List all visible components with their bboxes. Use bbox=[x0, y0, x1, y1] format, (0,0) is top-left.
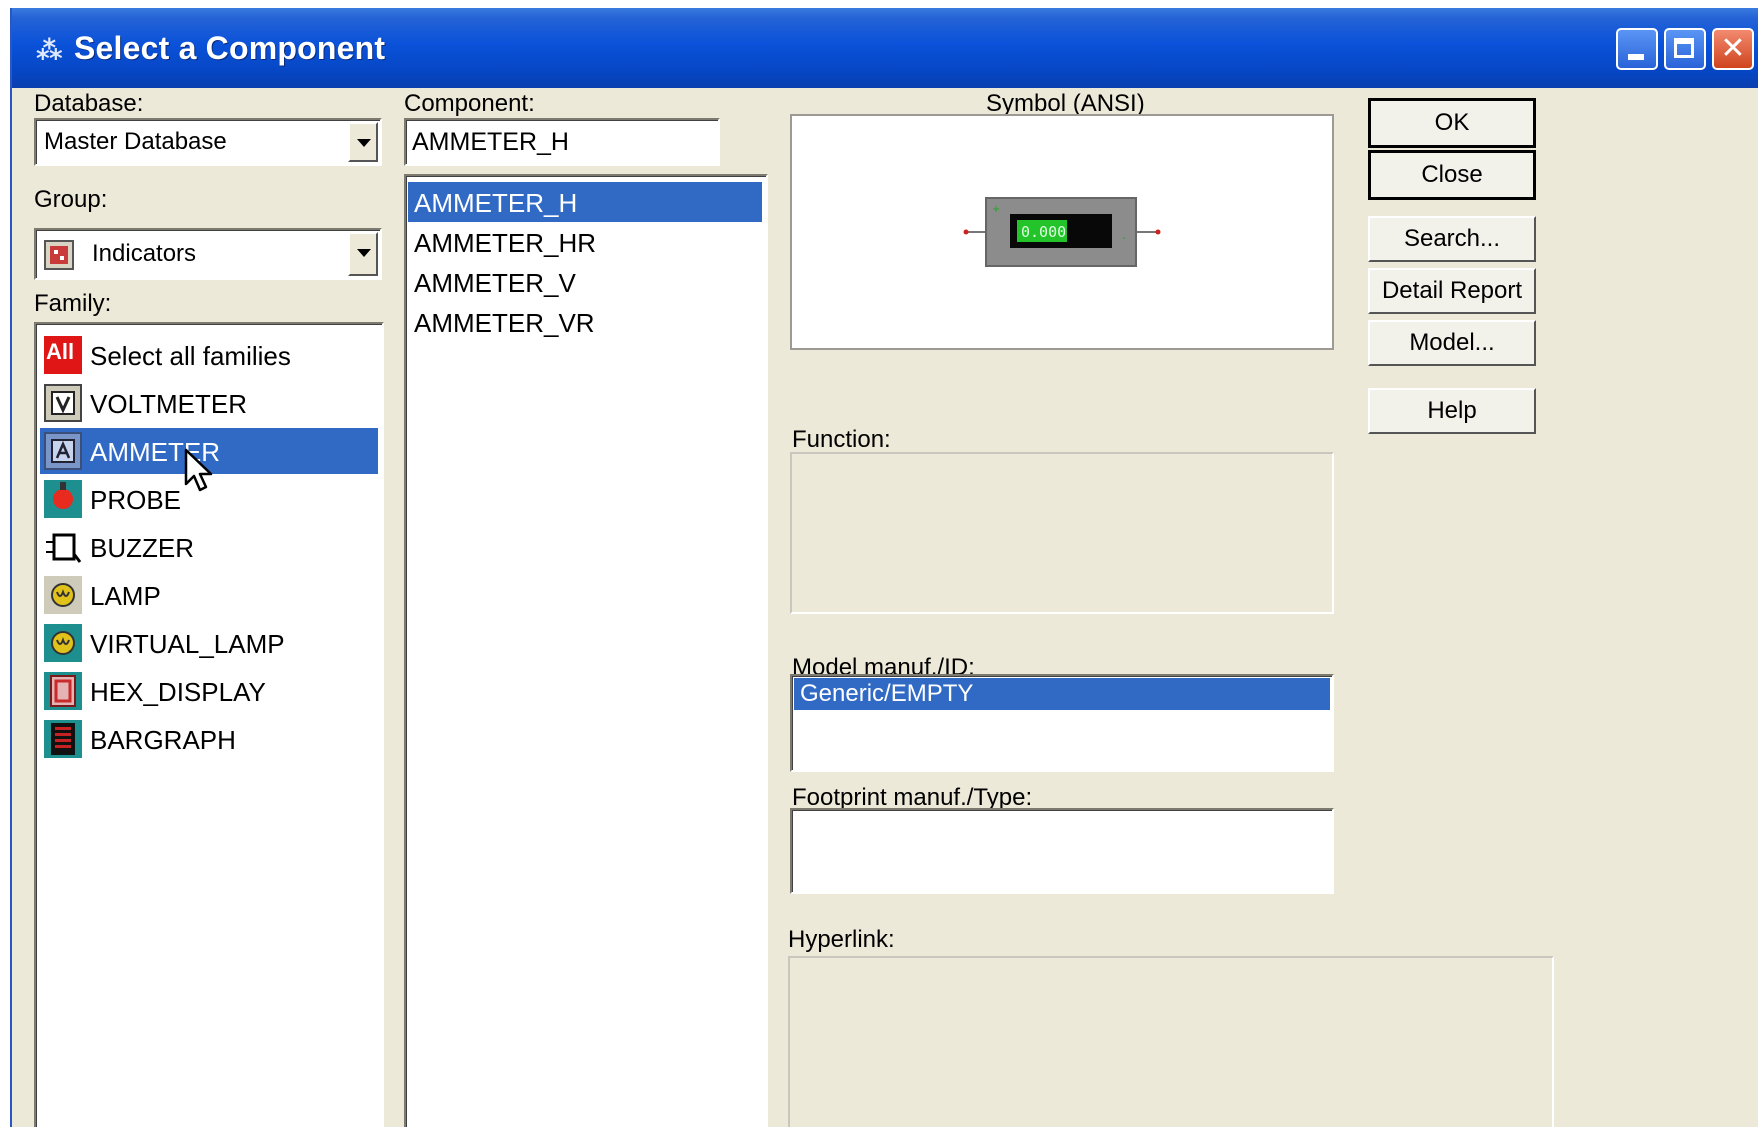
database-value: Master Database bbox=[44, 128, 227, 155]
family-item-bargraph[interactable]: BARGRAPH bbox=[40, 716, 378, 762]
virtual-lamp-icon bbox=[44, 624, 82, 662]
bargraph-icon bbox=[44, 720, 82, 758]
svg-text:-: - bbox=[1122, 233, 1126, 244]
family-item-buzzer[interactable]: BUZZER bbox=[40, 524, 378, 570]
component-item-label: AMMETER_H bbox=[414, 188, 578, 218]
family-item-virtual-lamp[interactable]: VIRTUAL_LAMP bbox=[40, 620, 378, 666]
component-listbox[interactable]: AMMETER_H AMMETER_HR AMMETER_V AMMETER_V… bbox=[404, 174, 768, 1127]
family-item-lamp[interactable]: LAMP bbox=[40, 572, 378, 618]
model-manuf-item-label: Generic/EMPTY bbox=[800, 680, 974, 707]
all-badge: All bbox=[46, 339, 75, 364]
probe-icon bbox=[44, 480, 82, 518]
minimize-icon bbox=[1628, 54, 1644, 60]
voltmeter-icon bbox=[44, 384, 82, 422]
component-item[interactable]: AMMETER_HR bbox=[408, 222, 762, 262]
function-box bbox=[790, 452, 1334, 614]
close-window-button[interactable]: ✕ bbox=[1712, 28, 1754, 70]
title-bar[interactable]: ⁂ Select a Component ✕ bbox=[12, 8, 1758, 88]
model-button[interactable]: Model... bbox=[1368, 320, 1536, 366]
all-icon: All bbox=[44, 336, 82, 374]
component-search-field[interactable]: AMMETER_H bbox=[404, 118, 720, 166]
component-item-label: AMMETER_HR bbox=[414, 228, 597, 258]
close-icon: ✕ bbox=[1720, 31, 1746, 66]
symbol-preview: 0.000 + - bbox=[790, 114, 1334, 350]
search-button[interactable]: Search... bbox=[1368, 216, 1536, 262]
select-component-dialog: ⁂ Select a Component ✕ Database: Master … bbox=[10, 8, 1758, 1127]
family-item-voltmeter[interactable]: VOLTMETER bbox=[40, 380, 378, 426]
help-button[interactable]: Help bbox=[1368, 388, 1536, 434]
model-manuf-listbox[interactable]: Generic/EMPTY bbox=[790, 674, 1334, 772]
hyperlink-field[interactable] bbox=[788, 956, 1554, 1127]
database-combobox[interactable]: Master Database bbox=[34, 118, 382, 166]
multisim-logo-icon: ⁂ bbox=[36, 36, 63, 66]
chevron-down-icon[interactable] bbox=[348, 232, 378, 276]
group-label: Group: bbox=[34, 186, 108, 213]
mouse-cursor-icon bbox=[184, 448, 213, 492]
family-label: Family: bbox=[34, 290, 112, 317]
family-item-label: PROBE bbox=[90, 485, 182, 515]
component-item[interactable]: AMMETER_V bbox=[408, 262, 762, 302]
function-label: Function: bbox=[792, 426, 891, 453]
family-item-label: LAMP bbox=[90, 581, 161, 611]
family-item-label: HEX_DISPLAY bbox=[90, 677, 266, 707]
minimize-button[interactable] bbox=[1616, 28, 1658, 70]
component-item[interactable]: AMMETER_H bbox=[408, 182, 762, 222]
detail-report-button[interactable]: Detail Report bbox=[1368, 268, 1536, 314]
svg-text:+: + bbox=[992, 204, 1000, 215]
chevron-down-icon[interactable] bbox=[348, 122, 378, 162]
component-item-label: AMMETER_VR bbox=[414, 308, 595, 338]
close-button[interactable]: Close bbox=[1368, 150, 1536, 200]
ok-button[interactable]: OK bbox=[1368, 98, 1536, 148]
family-item-label: BARGRAPH bbox=[90, 725, 236, 755]
family-item-label: VIRTUAL_LAMP bbox=[90, 629, 285, 659]
database-label: Database: bbox=[34, 90, 144, 117]
dialog-title: Select a Component bbox=[74, 30, 386, 66]
family-item-label: BUZZER bbox=[90, 533, 194, 563]
model-manuf-item[interactable]: Generic/EMPTY bbox=[794, 678, 1330, 710]
component-field-value: AMMETER_H bbox=[412, 128, 569, 156]
symbol-display-text: 0.000 bbox=[1021, 223, 1066, 241]
hex-display-icon bbox=[44, 672, 82, 710]
indicators-icon bbox=[44, 240, 74, 270]
family-item-hex-display[interactable]: HEX_DISPLAY bbox=[40, 668, 378, 714]
family-item-all[interactable]: All Select all families bbox=[40, 332, 378, 378]
ammeter-symbol-icon: 0.000 + - bbox=[963, 197, 1161, 267]
hyperlink-label: Hyperlink: bbox=[788, 926, 895, 953]
buzzer-icon bbox=[44, 528, 82, 566]
maximize-icon bbox=[1674, 38, 1694, 58]
group-value: Indicators bbox=[92, 240, 197, 267]
component-label: Component: bbox=[404, 90, 535, 117]
component-item-label: AMMETER_V bbox=[414, 268, 576, 298]
group-combobox[interactable]: Indicators bbox=[34, 228, 382, 280]
footprint-listbox[interactable] bbox=[790, 808, 1334, 894]
lamp-icon bbox=[44, 576, 82, 614]
family-listbox[interactable]: All Select all families VOLTMETER AMMETE… bbox=[34, 322, 384, 1127]
family-item-label: Select all families bbox=[90, 341, 291, 371]
ammeter-icon bbox=[44, 432, 82, 470]
family-item-label: VOLTMETER bbox=[90, 389, 247, 419]
maximize-button[interactable] bbox=[1664, 28, 1706, 70]
component-item[interactable]: AMMETER_VR bbox=[408, 302, 762, 342]
